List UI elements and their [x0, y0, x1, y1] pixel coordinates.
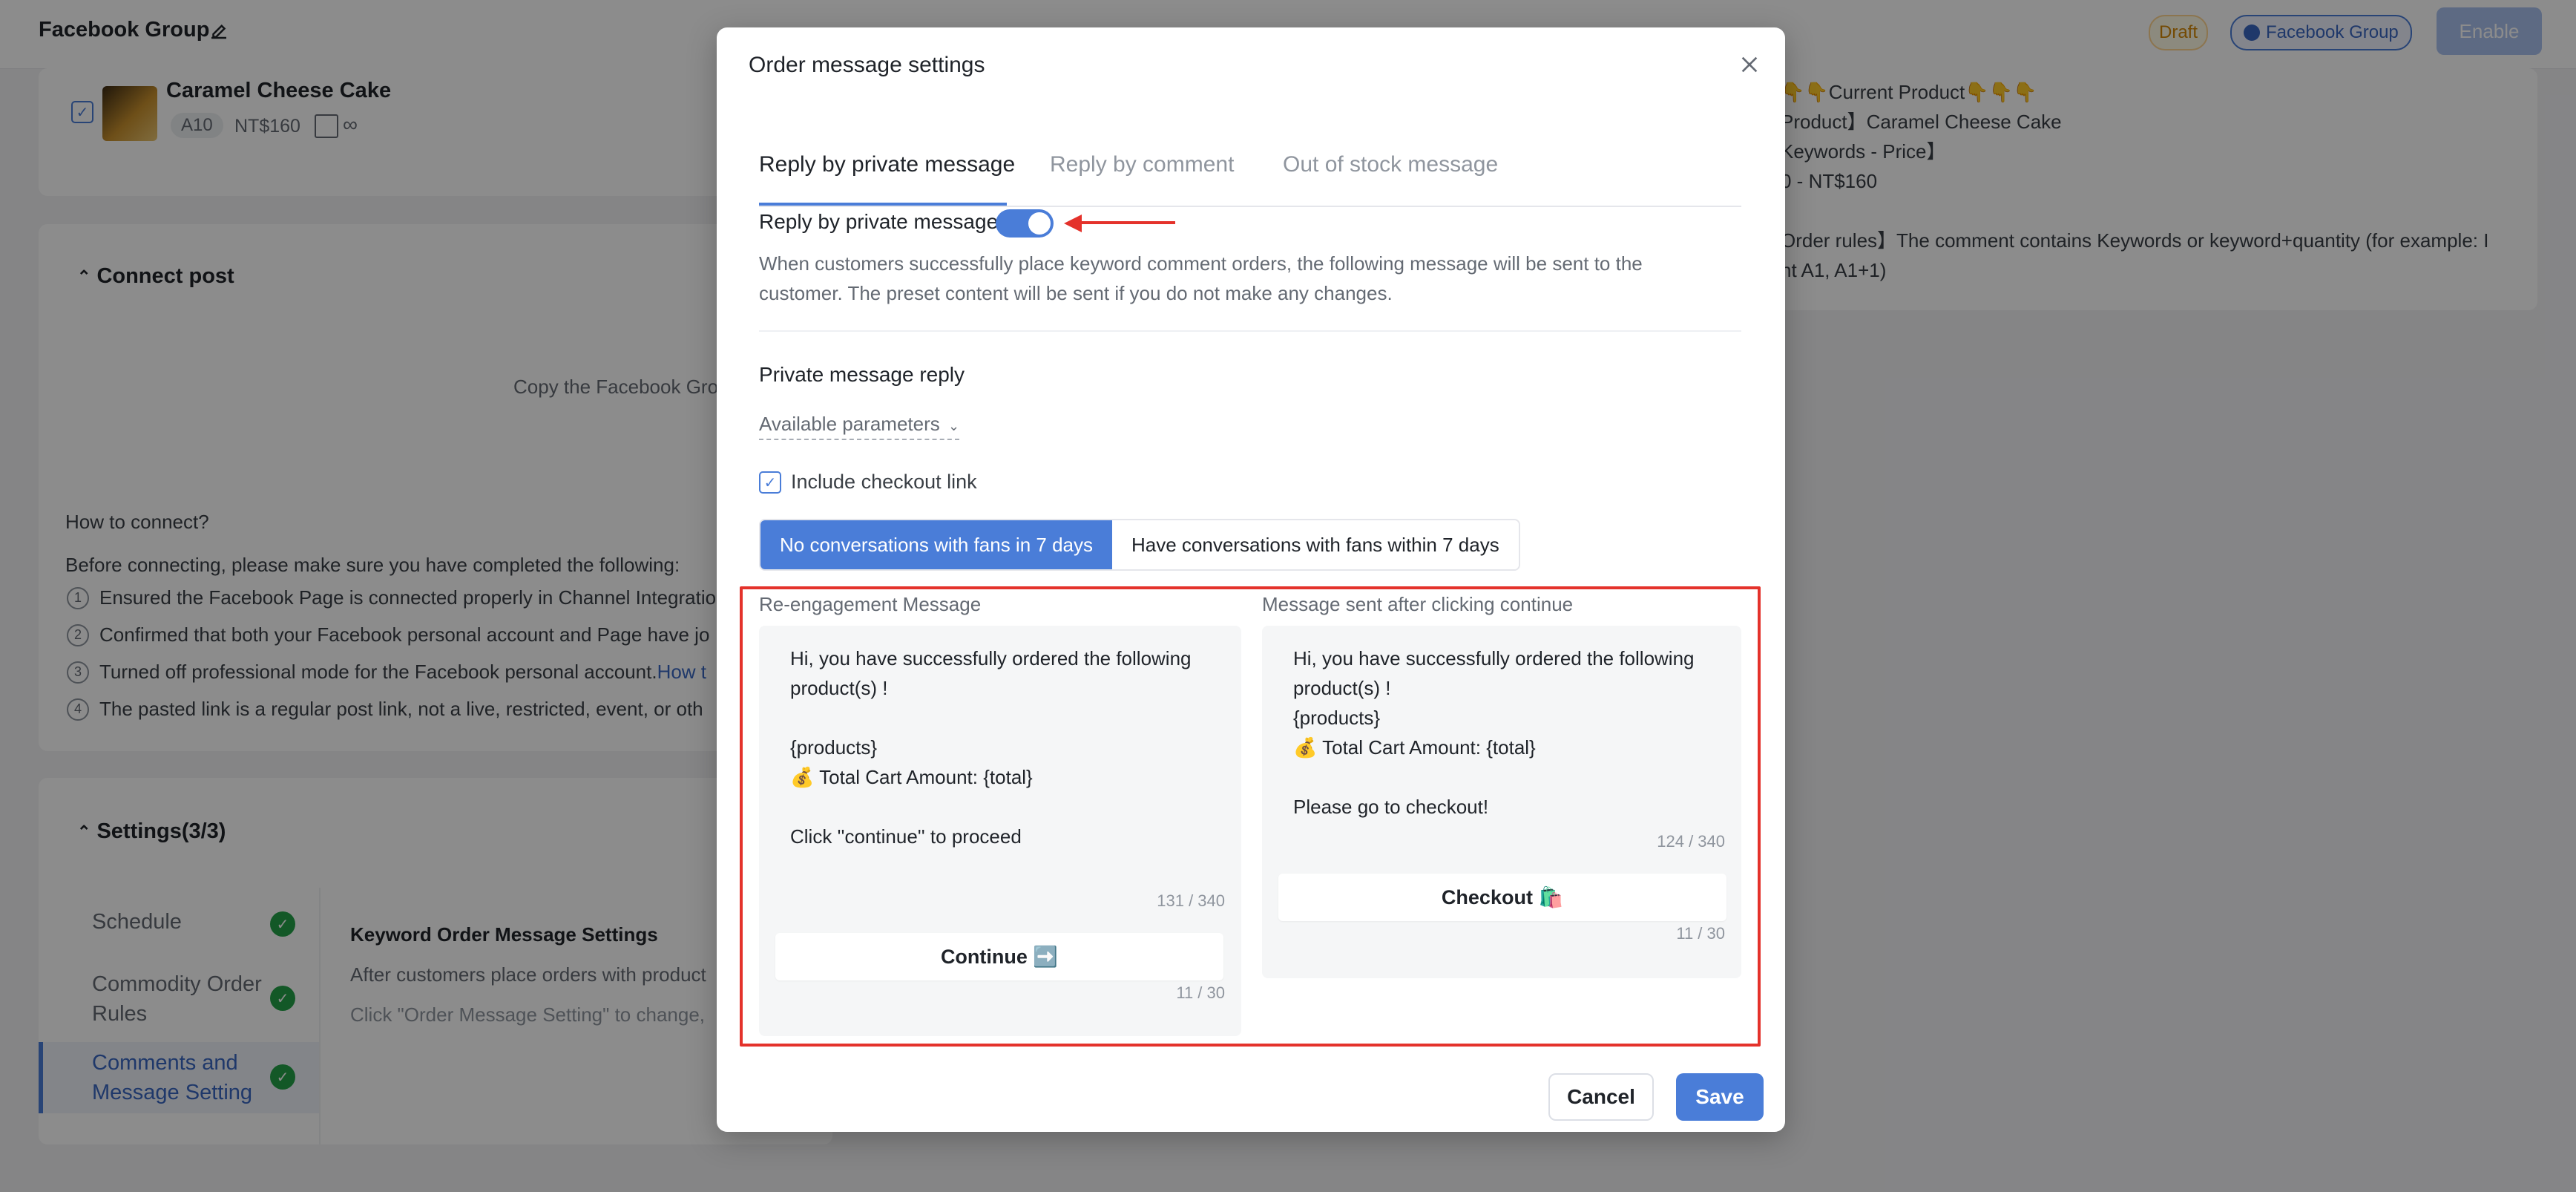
- tab-reply-private-message[interactable]: Reply by private message: [759, 152, 1015, 177]
- after-continue-counter: 124 / 340: [1657, 832, 1725, 851]
- after-continue-message-box: Hi, you have successfully ordered the fo…: [1262, 626, 1741, 978]
- after-continue-label: Message sent after clicking continue: [1262, 593, 1574, 615]
- include-checkout-checkbox[interactable]: ✓: [759, 471, 781, 494]
- checkout-button[interactable]: Checkout 🛍️: [1278, 874, 1726, 921]
- re-engagement-message-box: Hi, you have successfully ordered the fo…: [759, 626, 1241, 1036]
- annotation-arrow: [1064, 215, 1082, 232]
- toggle-label: Reply by private message: [759, 210, 999, 233]
- params-label: Available parameters: [759, 413, 940, 435]
- toggle-description: When customers successfully place keywor…: [759, 252, 1643, 304]
- private-message-toggle[interactable]: [996, 209, 1054, 238]
- conversation-segment: No conversations with fans in 7 days Hav…: [759, 519, 1520, 571]
- re-engagement-textarea[interactable]: Hi, you have successfully ordered the fo…: [790, 644, 1213, 851]
- tab-reply-comment[interactable]: Reply by comment: [1050, 152, 1234, 177]
- dialog-title: Order message settings: [749, 53, 985, 77]
- re-engagement-counter: 131 / 340: [1157, 891, 1225, 910]
- private-message-reply-label: Private message reply: [759, 363, 965, 386]
- tab-out-of-stock[interactable]: Out of stock message: [1283, 152, 1498, 177]
- active-tab-indicator: [759, 203, 1007, 206]
- continue-button-counter: 11 / 30: [1176, 983, 1225, 1002]
- close-icon[interactable]: [1738, 53, 1761, 76]
- cancel-button[interactable]: Cancel: [1548, 1073, 1654, 1121]
- checkout-button-counter: 11 / 30: [1676, 924, 1725, 943]
- segment-have-conversations[interactable]: Have conversations with fans within 7 da…: [1112, 520, 1519, 569]
- include-checkout-label: Include checkout link: [791, 471, 977, 493]
- divider: [759, 330, 1741, 332]
- order-message-settings-dialog: Order message settings Reply by private …: [717, 27, 1785, 1132]
- after-continue-textarea[interactable]: Hi, you have successfully ordered the fo…: [1293, 644, 1716, 822]
- save-button[interactable]: Save: [1676, 1073, 1764, 1121]
- continue-button[interactable]: Continue ➡️: [775, 933, 1223, 980]
- toggle-knob: [1028, 212, 1051, 235]
- re-engagement-label: Re-engagement Message: [759, 593, 982, 615]
- chevron-down-icon: ⌄: [948, 419, 960, 433]
- segment-no-conversations[interactable]: No conversations with fans in 7 days: [760, 520, 1112, 569]
- annotation-arrow-line: [1080, 221, 1175, 224]
- tab-bar: Reply by private message Reply by commen…: [759, 125, 1741, 207]
- available-parameters-dropdown[interactable]: Available parameters ⌄: [759, 413, 960, 440]
